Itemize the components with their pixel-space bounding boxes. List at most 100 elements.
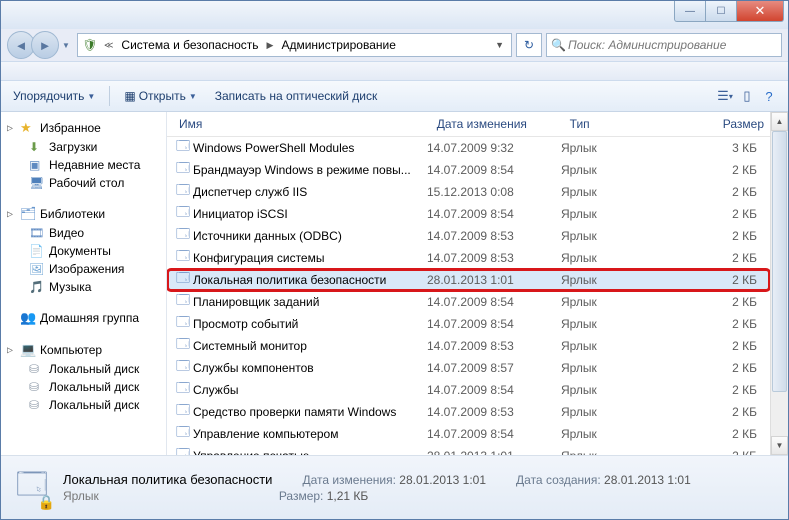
scroll-track[interactable]	[771, 131, 788, 436]
burn-button[interactable]: Записать на оптический диск	[211, 87, 382, 105]
column-size[interactable]: Размер	[693, 117, 770, 131]
refresh-button[interactable]: ↻	[516, 33, 542, 57]
file-list: Имя Дата изменения Тип Размер 🗔Windows P…	[167, 112, 770, 455]
file-row[interactable]: 🗔Конфигурация системы14.07.2009 8:53Ярлы…	[167, 247, 770, 269]
nav-documents[interactable]: 📄Документы	[1, 242, 166, 260]
file-row[interactable]: 🗔Средство проверки памяти Windows14.07.2…	[167, 401, 770, 423]
search-input[interactable]: 🔍 Поиск: Администрирование	[546, 33, 782, 57]
file-row[interactable]: 🗔Службы компонентов14.07.2009 8:57Ярлык2…	[167, 357, 770, 379]
drive-icon: ⛁	[29, 380, 45, 394]
breadcrumb-segment[interactable]: Система и безопасность	[119, 38, 260, 52]
file-row[interactable]: 🗔Брандмауэр Windows в режиме повы...14.0…	[167, 159, 770, 181]
search-placeholder: Поиск: Администрирование	[568, 38, 726, 52]
menu-bar[interactable]	[1, 61, 788, 81]
file-row[interactable]: 🗔Локальная политика безопасности28.01.20…	[167, 269, 770, 291]
vertical-scrollbar[interactable]: ▲ ▼	[770, 112, 788, 455]
address-bar[interactable]: 🛡 ≪ Система и безопасность ▶ Администрир…	[77, 33, 512, 57]
file-row[interactable]: 🗔Управление компьютером14.07.2009 8:54Яр…	[167, 423, 770, 445]
scroll-thumb[interactable]	[772, 131, 787, 392]
open-button[interactable]: ▦ Открыть▼	[120, 87, 200, 105]
file-row[interactable]: 🗔Windows PowerShell Modules14.07.2009 9:…	[167, 137, 770, 159]
file-row[interactable]: 🗔Управление печатью28.01.2013 1:01Ярлык2…	[167, 445, 770, 455]
file-row[interactable]: 🗔Системный монитор14.07.2009 8:53Ярлык2 …	[167, 335, 770, 357]
file-size: 2 КБ	[685, 449, 763, 455]
lock-icon: 🔒	[38, 494, 55, 511]
file-size: 2 КБ	[685, 427, 763, 441]
nav-history-dropdown[interactable]: ▼	[59, 35, 73, 55]
star-icon: ★	[20, 120, 36, 136]
file-row[interactable]: 🗔Просмотр событий14.07.2009 8:54Ярлык2 К…	[167, 313, 770, 335]
preview-pane-button[interactable]: ▯	[736, 85, 758, 107]
organize-menu[interactable]: Упорядочить▼	[9, 87, 99, 105]
help-button[interactable]: ?	[758, 85, 780, 107]
nav-libraries-header[interactable]: ▷🗂Библиотеки	[1, 204, 166, 224]
scroll-down-button[interactable]: ▼	[771, 436, 788, 455]
shortcut-icon: 🗔	[173, 423, 193, 445]
column-date[interactable]: Дата изменения	[431, 117, 564, 131]
file-date: 14.07.2009 8:54	[421, 317, 555, 331]
view-options-button[interactable]: ☰▾	[714, 85, 736, 107]
address-row: ◄ ► ▼ 🛡 ≪ Система и безопасность ▶ Админ…	[1, 29, 788, 61]
file-size: 3 КБ	[685, 141, 763, 155]
shortcut-icon: 🗔	[173, 313, 193, 335]
nav-local-disk[interactable]: ⛁Локальный диск	[1, 396, 166, 414]
breadcrumb-chevron-icon[interactable]: ≪	[101, 40, 116, 51]
file-size: 2 КБ	[685, 163, 763, 177]
command-bar: Упорядочить▼ ▦ Открыть▼ Записать на опти…	[1, 81, 788, 112]
file-name: Службы компонентов	[193, 361, 421, 375]
nav-local-disk[interactable]: ⛁Локальный диск	[1, 378, 166, 396]
search-icon: 🔍	[551, 38, 565, 52]
nav-local-disk[interactable]: ⛁Локальный диск	[1, 360, 166, 378]
nav-videos[interactable]: 🎞Видео	[1, 224, 166, 242]
file-type: Ярлык	[555, 405, 685, 419]
file-type: Ярлык	[555, 229, 685, 243]
file-date: 14.07.2009 8:57	[421, 361, 555, 375]
drive-icon: ⛁	[29, 362, 45, 376]
column-name[interactable]: Имя	[173, 117, 431, 131]
nav-music[interactable]: 🎵Музыка	[1, 278, 166, 296]
breadcrumb-chevron-icon[interactable]: ▶	[264, 40, 277, 51]
file-date: 28.01.2013 1:01	[421, 449, 555, 455]
file-size: 2 КБ	[685, 339, 763, 353]
nav-desktop[interactable]: 🖥Рабочий стол	[1, 174, 166, 192]
main-area: ▷★Избранное ⬇Загрузки ▣Недавние места 🖥Р…	[1, 112, 788, 455]
file-row[interactable]: 🗔Источники данных (ODBC)14.07.2009 8:53Я…	[167, 225, 770, 247]
drive-icon: ⛁	[29, 398, 45, 412]
file-size: 2 КБ	[685, 185, 763, 199]
nav-computer-header[interactable]: ▷💻Компьютер	[1, 340, 166, 360]
nav-downloads[interactable]: ⬇Загрузки	[1, 138, 166, 156]
file-type: Ярлык	[555, 339, 685, 353]
shortcut-icon: 🗔	[173, 225, 193, 247]
file-row[interactable]: 🗔Службы14.07.2009 8:54Ярлык2 КБ	[167, 379, 770, 401]
details-modified: 28.01.2013 1:01	[399, 473, 486, 487]
nav-homegroup-header[interactable]: 👥Домашняя группа	[1, 308, 166, 328]
maximize-button[interactable]: ☐	[706, 1, 736, 22]
navigation-pane: ▷★Избранное ⬇Загрузки ▣Недавние места 🖥Р…	[1, 112, 167, 455]
file-size: 2 КБ	[685, 207, 763, 221]
nav-recent[interactable]: ▣Недавние места	[1, 156, 166, 174]
shortcut-icon: 🗔	[173, 379, 193, 401]
explorer-window: — ☐ ✕ ◄ ► ▼ 🛡 ≪ Система и безопасность ▶…	[0, 0, 789, 520]
breadcrumb-segment[interactable]: Администрирование	[279, 38, 397, 52]
shortcut-icon: 🗔	[173, 203, 193, 225]
shortcut-icon: 🗔	[173, 269, 193, 291]
file-date: 14.07.2009 8:54	[421, 383, 555, 397]
title-bar: — ☐ ✕	[1, 1, 788, 29]
file-type: Ярлык	[555, 207, 685, 221]
nav-favorites-header[interactable]: ▷★Избранное	[1, 118, 166, 138]
details-created: 28.01.2013 1:01	[604, 473, 691, 487]
file-row[interactable]: 🗔Планировщик заданий14.07.2009 8:54Ярлык…	[167, 291, 770, 313]
file-row[interactable]: 🗔Инициатор iSCSI14.07.2009 8:54Ярлык2 КБ	[167, 203, 770, 225]
scroll-up-button[interactable]: ▲	[771, 112, 788, 131]
column-type[interactable]: Тип	[564, 117, 693, 131]
open-icon: ▦	[124, 89, 135, 103]
shortcut-icon: 🗔	[173, 291, 193, 313]
breadcrumb-overflow-icon[interactable]: ▼	[492, 39, 507, 51]
close-button[interactable]: ✕	[736, 1, 784, 22]
nav-pictures[interactable]: 🖼Изображения	[1, 260, 166, 278]
minimize-button[interactable]: —	[674, 1, 706, 22]
libraries-icon: 🗂	[20, 206, 36, 222]
file-row[interactable]: 🗔Диспетчер служб IIS15.12.2013 0:08Ярлык…	[167, 181, 770, 203]
nav-forward-button[interactable]: ►	[31, 31, 59, 59]
file-date: 14.07.2009 8:53	[421, 405, 555, 419]
